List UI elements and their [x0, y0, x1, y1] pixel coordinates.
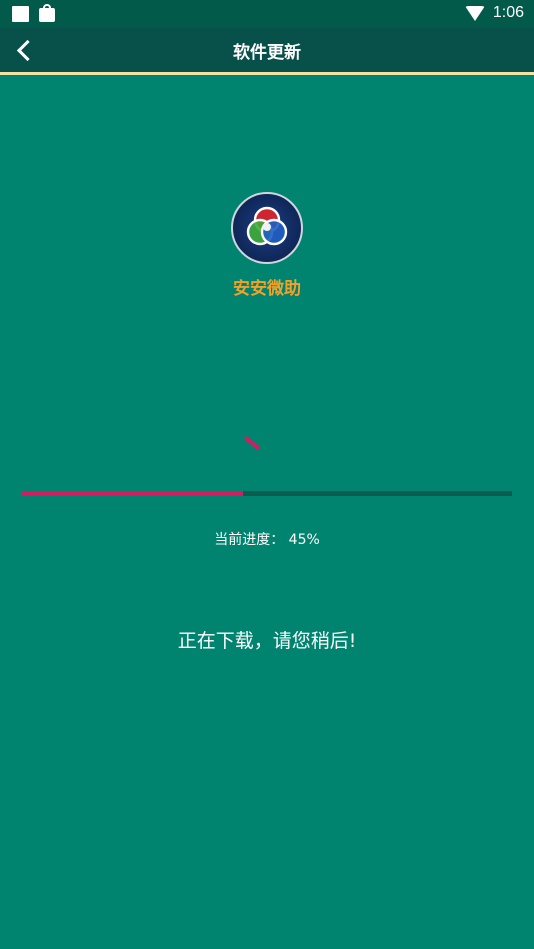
status-bar: 1:06: [0, 0, 534, 28]
download-progress-bar: [22, 491, 512, 496]
notification-icons: [12, 4, 55, 22]
app-bar: 软件更新: [0, 28, 534, 75]
bag-notification-icon: [39, 4, 55, 22]
status-right: 1:06: [464, 4, 524, 22]
loading-spinner-icon: [243, 435, 261, 451]
progress-fill: [22, 491, 243, 496]
progress-status: 当前进度： 45%: [0, 529, 534, 549]
app-logo: [231, 192, 303, 264]
download-message: 正在下载，请您稍后!: [177, 630, 357, 652]
page-title: 软件更新: [233, 43, 301, 63]
wifi-icon: [464, 5, 485, 21]
app-name: 安安微助: [233, 279, 301, 299]
rgb-circles-logo: [246, 206, 288, 246]
progress-label: 当前进度：: [214, 532, 285, 548]
status-time: 1:06: [492, 4, 524, 21]
progress-value: 45%: [288, 532, 320, 548]
square-notification-icon: [12, 6, 29, 22]
